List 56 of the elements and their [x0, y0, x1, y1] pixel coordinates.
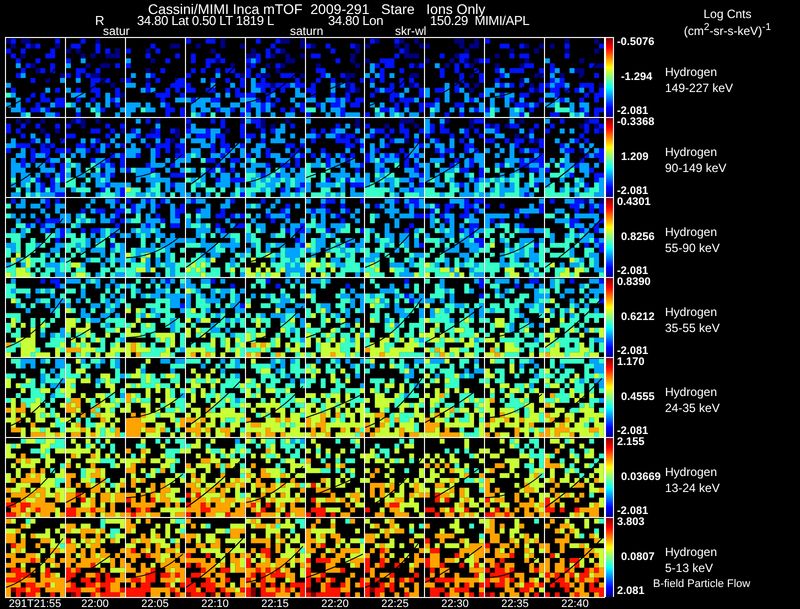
species-label: Hydrogen	[665, 544, 718, 560]
tick-label: 0.8256	[620, 232, 655, 242]
tick-label: 0.0807	[620, 552, 655, 562]
tick-label: 0.4301	[617, 197, 651, 208]
tick-label: -0.3368	[617, 117, 654, 128]
position-info: R	[95, 14, 104, 27]
tick-label: -2.081	[617, 426, 648, 437]
tick-label: 0.03669	[620, 472, 661, 482]
tick-label: -0.5076	[617, 37, 654, 48]
species-label: Hydrogen	[665, 144, 718, 160]
energy-label: 90-149 keV	[665, 160, 726, 176]
species-label: Hydrogen	[665, 64, 718, 80]
time-label: 22:35	[500, 598, 530, 609]
energy-label: 13-24 keV	[665, 480, 720, 496]
time-label: 22:40	[560, 598, 590, 609]
position-info: 150.29 MIMI/APL	[430, 14, 530, 27]
tick-label: -2.081	[617, 106, 648, 117]
tick-label: -2.081	[617, 506, 648, 517]
time-label: 22:15	[260, 598, 290, 609]
time-label: 22:25	[380, 598, 410, 609]
position-info: 34.80 Lon	[328, 14, 384, 27]
tick-label: 0.6212	[620, 312, 655, 322]
tick-label: -2.081	[617, 266, 648, 277]
tick-label: -2.081	[617, 346, 648, 357]
tick-label: 1.209	[620, 152, 649, 162]
units-label: Log Cnts	[702, 7, 753, 21]
tick-label: 2.081	[617, 586, 645, 597]
time-label: 22:10	[200, 598, 230, 609]
species-label: Hydrogen	[665, 224, 718, 240]
time-label: 22:30	[440, 598, 470, 609]
energy-label: 24-35 keV	[665, 400, 720, 416]
plot-title: Cassini/MIMI Inca mTOF 2009-291 Stare Ions Only	[148, 1, 486, 17]
energy-label: 35-55 keV	[665, 320, 720, 336]
energy-label: 5-13 keV	[665, 560, 714, 576]
position-info: 34.80 Lat 0.50 LT 1819 L	[137, 14, 274, 27]
energy-label: 55-90 keV	[665, 240, 720, 256]
tick-label: 1.170	[617, 357, 645, 368]
species-label: Hydrogen	[665, 464, 718, 480]
time-label: 291T21:55	[8, 598, 62, 609]
species-label: Hydrogen	[665, 304, 718, 320]
marker-label: skr-wl	[395, 26, 426, 37]
legend-note: B-field Particle Flow	[653, 577, 750, 592]
tick-label: -2.081	[617, 186, 648, 197]
species-label: Hydrogen	[665, 384, 718, 400]
marker-label: satur	[103, 26, 130, 37]
tick-label: 0.8390	[617, 277, 651, 288]
time-label: 22:20	[320, 598, 350, 609]
marker-label: saturn	[290, 26, 324, 37]
tick-label: 2.155	[617, 437, 645, 448]
tick-label: -1.294	[620, 72, 652, 82]
tick-label: 3.803	[617, 517, 645, 528]
tick-label: 0.4555	[620, 392, 655, 402]
time-label: 22:00	[80, 598, 110, 609]
units-text: (cm$^{2}$-sr-s-keV)$^{-1}$	[682, 21, 772, 38]
energy-label: 149-227 keV	[665, 80, 734, 96]
time-label: 22:05	[140, 598, 170, 609]
